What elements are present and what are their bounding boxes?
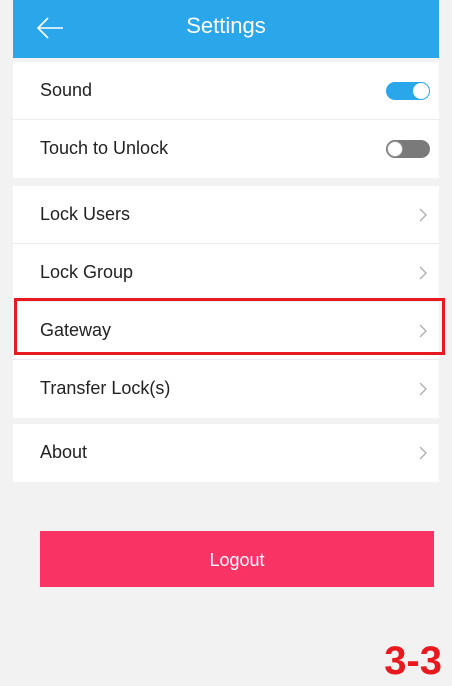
toggle-group: Sound Touch to Unlock <box>13 62 439 178</box>
toggle-knob <box>387 141 403 157</box>
menu-item-label: About <box>40 442 88 462</box>
menu-item-label: Transfer Lock(s) <box>40 378 171 398</box>
about-group: About <box>13 424 439 482</box>
gateway-highlight-box <box>14 298 445 355</box>
chevron-right-icon <box>419 266 427 280</box>
touch-to-unlock-row: Touch to Unlock <box>13 120 439 178</box>
logout-button[interactable]: Logout <box>40 531 434 587</box>
app-header: Settings <box>13 0 439 58</box>
toggle-knob <box>413 83 429 99</box>
menu-item-about[interactable]: About <box>13 424 439 482</box>
touch-to-unlock-toggle[interactable] <box>386 140 430 158</box>
sound-row: Sound <box>13 62 439 120</box>
chevron-right-icon <box>419 446 427 460</box>
menu-item-lock-users[interactable]: Lock Users <box>13 186 439 244</box>
menu-item-label: Lock Users <box>40 204 131 224</box>
menu-item-transfer-locks[interactable]: Transfer Lock(s) <box>13 360 439 418</box>
chevron-right-icon <box>419 382 427 396</box>
menu-item-lock-group[interactable]: Lock Group <box>13 244 439 302</box>
step-label: 3-3 <box>384 639 442 683</box>
touch-to-unlock-label: Touch to Unlock <box>40 138 169 158</box>
chevron-right-icon <box>419 208 427 222</box>
menu-item-label: Lock Group <box>40 262 134 282</box>
page-title: Settings <box>186 13 266 38</box>
sound-label: Sound <box>40 80 93 100</box>
sound-toggle[interactable] <box>386 82 430 100</box>
